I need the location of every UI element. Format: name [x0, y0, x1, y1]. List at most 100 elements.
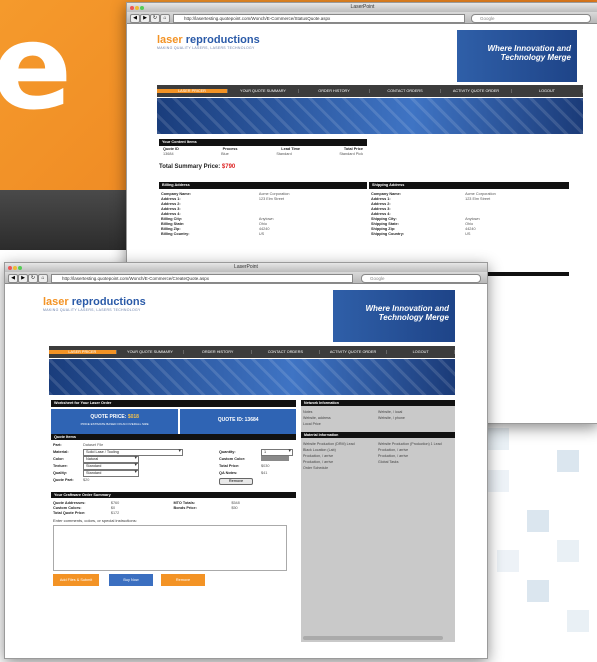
company-logo: laser reproductions MAKING QUALITY LASER… [157, 34, 260, 50]
material-info-item: Website Production (Production) 1 Lead [378, 442, 442, 446]
info-panel: Network Information Notes Website, addres… [301, 400, 455, 642]
quality-select[interactable]: Standard [83, 470, 139, 477]
billing-field-value: 44240 [258, 227, 270, 231]
window-titlebar: LaserPoint [127, 3, 597, 12]
shipping-field-label: Address 4: [371, 212, 391, 216]
total-price-label: Total Price: [219, 464, 240, 468]
summary-field-value: $548 [231, 501, 240, 505]
shipping-field-value: Acme Corporation [465, 192, 496, 196]
horizontal-scrollbar[interactable] [303, 636, 443, 640]
tagline-banner: Where Innovation and Technology Merge [333, 290, 455, 342]
billing-field-label: Billing City: [161, 217, 183, 221]
back-arrow-icon[interactable]: ◀ [8, 274, 18, 283]
shipping-field-label: Shipping Country: [371, 232, 405, 236]
address-bar[interactable]: http://lasertesting.quotepoint.com/Wonch… [173, 14, 465, 23]
add-files-submit-button[interactable]: Add Files & Submit [53, 574, 99, 586]
tagline-banner: Where Innovation and Technology Merge [457, 30, 577, 82]
billing-field: Address 3: [161, 207, 365, 211]
billing-title: Billing Address [159, 182, 367, 189]
custom-color-swatch[interactable] [261, 456, 289, 461]
reload-icon[interactable]: ↻ [28, 274, 38, 283]
shipping-title: Shipping Address [369, 182, 569, 189]
part-label: Part: [53, 443, 62, 447]
table-cell: Blue [221, 152, 229, 156]
search-field[interactable]: Google [361, 274, 481, 283]
home-icon[interactable]: ⌂ [160, 14, 170, 23]
address-bar[interactable]: http://lasertesting.quotepoint.com/Wonch… [51, 274, 353, 283]
menu-item-activity-quote[interactable]: ACTIVITY QUOTE ORDER [320, 350, 388, 354]
col-header: Total Price [343, 147, 363, 151]
window-titlebar: LaserPoint [5, 263, 487, 272]
billing-field: Address 4: [161, 212, 365, 216]
material-info-item: Production, / arrive [303, 460, 334, 464]
menu-item-logout[interactable]: LOGOUT [387, 350, 456, 354]
menu-item-quote-summary[interactable]: YOUR QUOTE SUMMARY [117, 350, 185, 354]
menu-item-logout[interactable]: LOGOUT [512, 89, 583, 93]
summary-field-label: Custom Colors: [53, 506, 82, 510]
menu-item-activity-quote[interactable]: ACTIVITY QUOTE ORDER [441, 89, 512, 93]
part-value: Dataset File [83, 443, 104, 447]
search-field[interactable]: Google [471, 14, 591, 23]
billing-field: Billing Country: US [161, 232, 365, 236]
home-icon[interactable]: ⌂ [38, 274, 48, 283]
buy-now-button[interactable]: Buy Now [109, 574, 153, 586]
material-select[interactable]: Solid Lase / Tooling [83, 449, 183, 456]
window-title: LaserPoint [350, 4, 375, 10]
network-info-item: Notes [303, 410, 313, 414]
summary-field: MTO Totals: $548 [174, 501, 295, 505]
shipping-field: Shipping Country: US [371, 232, 567, 236]
material-info-item: Production, / arrive [378, 454, 409, 458]
menu-item-order-history[interactable]: ORDER HISTORY [184, 350, 253, 354]
texture-select[interactable]: Standard [83, 463, 139, 470]
billing-field: Company Name: Acme Corporation [161, 192, 365, 196]
summary-field-label: Quote Addresses: [53, 501, 86, 505]
billing-field-value: 123 Elm Street [258, 197, 285, 201]
remove-item-button[interactable]: Remove [219, 478, 253, 485]
back-arrow-icon[interactable]: ◀ [130, 14, 140, 23]
menu-item-quote-summary[interactable]: YOUR QUOTE SUMMARY [228, 89, 299, 93]
table-cell: Standard [276, 152, 292, 156]
col-header: Lead Time [281, 147, 301, 151]
total-summary-price: Total Summary Price: $790 [159, 164, 236, 170]
shipping-field-value: 44240 [465, 227, 476, 231]
shipping-field-label: Company Name: [371, 192, 401, 196]
content-items-table: Your Content Items Quote ID Process Lead… [159, 139, 367, 156]
menu-item-contact-orders[interactable]: CONTACT ORDERS [252, 350, 320, 354]
comments-textarea[interactable] [53, 525, 287, 571]
shipping-field-value: Anytown [465, 217, 480, 221]
summary-field-label: Total Quote Price: [53, 511, 86, 515]
summary-field-label: MTO Totals: [173, 501, 196, 505]
quote-price-box: QUOTE PRICE: $018 PRICE ESTIMATE BASED O… [51, 409, 179, 435]
network-info-item: Local Price [303, 422, 321, 426]
menu-item-contact-orders[interactable]: CONTACT ORDERS [370, 89, 441, 93]
quote-price-note: PRICE ESTIMATE BASED ON AN OVERALL SIZE [80, 422, 149, 426]
color-label: Color: [53, 457, 65, 461]
brand-glyph: e [0, 0, 73, 136]
material-info-item: Production, / arrive [303, 454, 334, 458]
network-info-item: Website, address [303, 416, 331, 420]
col-header: Process [222, 147, 238, 151]
billing-field: Billing Zip: 44240 [161, 227, 365, 231]
shipping-field: Company Name: Acme Corporation [371, 192, 567, 196]
order-summary-section: Your Craftware Order Summary Quote Addre… [51, 492, 296, 518]
quantity-field[interactable]: 1 [261, 449, 293, 456]
shipping-field-value: US [465, 232, 471, 236]
billing-field-value: Ohio [258, 222, 267, 226]
quote-id-value: 13684 [244, 417, 259, 423]
network-info-item: Website, / phone [378, 416, 405, 420]
forward-arrow-icon[interactable]: ▶ [18, 274, 28, 283]
billing-field: Billing State: Ohio [161, 222, 365, 226]
quote-items-section: Quote Items Part: Dataset File Material:… [51, 434, 296, 490]
reload-icon[interactable]: ↻ [150, 14, 160, 23]
menu-item-laser-pricer[interactable]: LASER PRICER [157, 89, 228, 93]
remove-button[interactable]: Remove [161, 574, 205, 586]
forward-arrow-icon[interactable]: ▶ [140, 14, 150, 23]
menu-item-order-history[interactable]: ORDER HISTORY [299, 89, 370, 93]
color-select[interactable]: Natural [83, 456, 139, 463]
billing-field-label: Billing State: [161, 222, 185, 226]
front-browser-window: LaserPoint ◀ ▶ ↻ ⌂ http://lasertesting.q… [4, 262, 488, 659]
shipping-field-label: Address 1: [371, 197, 391, 201]
summary-field: Custom Colors: $0 [53, 506, 174, 510]
shipping-field-label: Shipping State: [371, 222, 399, 226]
menu-item-laser-pricer[interactable]: LASER PRICER [49, 350, 117, 354]
